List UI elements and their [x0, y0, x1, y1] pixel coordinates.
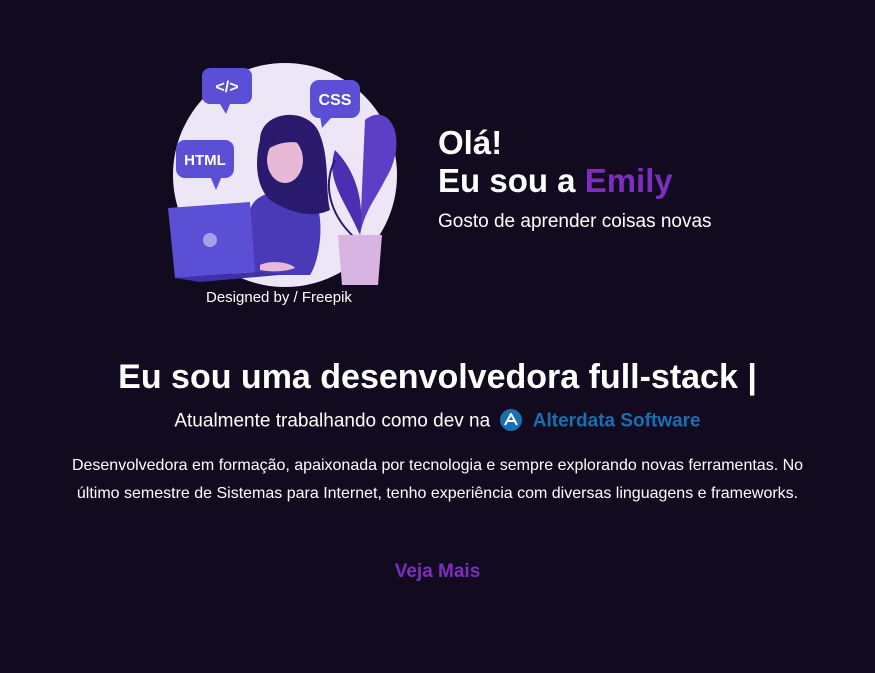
name-prefix: Eu sou a	[438, 162, 585, 199]
bio: Desenvolvedora em formação, apaixonada p…	[71, 457, 804, 502]
current-job-label: Atualmente trabalhando como dev na	[174, 410, 491, 432]
tagline: Gosto de aprender coisas novas	[438, 211, 712, 232]
see-more-link[interactable]: Veja Mais	[395, 561, 481, 582]
alterdata-logo-icon	[500, 409, 523, 431]
current-job: Atualmente trabalhando como dev na Alter…	[0, 408, 875, 435]
headline: Eu sou uma desenvolvedora full-stack |	[118, 358, 757, 396]
company-name: Alterdata Software	[532, 410, 701, 432]
svg-text:CSS: CSS	[319, 92, 352, 109]
developer-illustration: </> CSS HTML	[168, 63, 397, 287]
svg-text:HTML: HTML	[184, 152, 226, 169]
name-line: Eu sou a Emily	[438, 161, 712, 201]
greeting: Olá!	[438, 124, 503, 161]
see-more-container: Veja Mais	[0, 561, 875, 583]
intro: Olá! Eu sou a Emily Gosto de aprender co…	[438, 125, 712, 233]
page: </> CSS HTML Designed by / Freepik Olá! …	[0, 0, 875, 673]
svg-text:</>: </>	[215, 79, 238, 96]
name-highlight: Emily	[584, 162, 673, 199]
illustration-credit: Designed by / Freepik	[206, 289, 352, 306]
